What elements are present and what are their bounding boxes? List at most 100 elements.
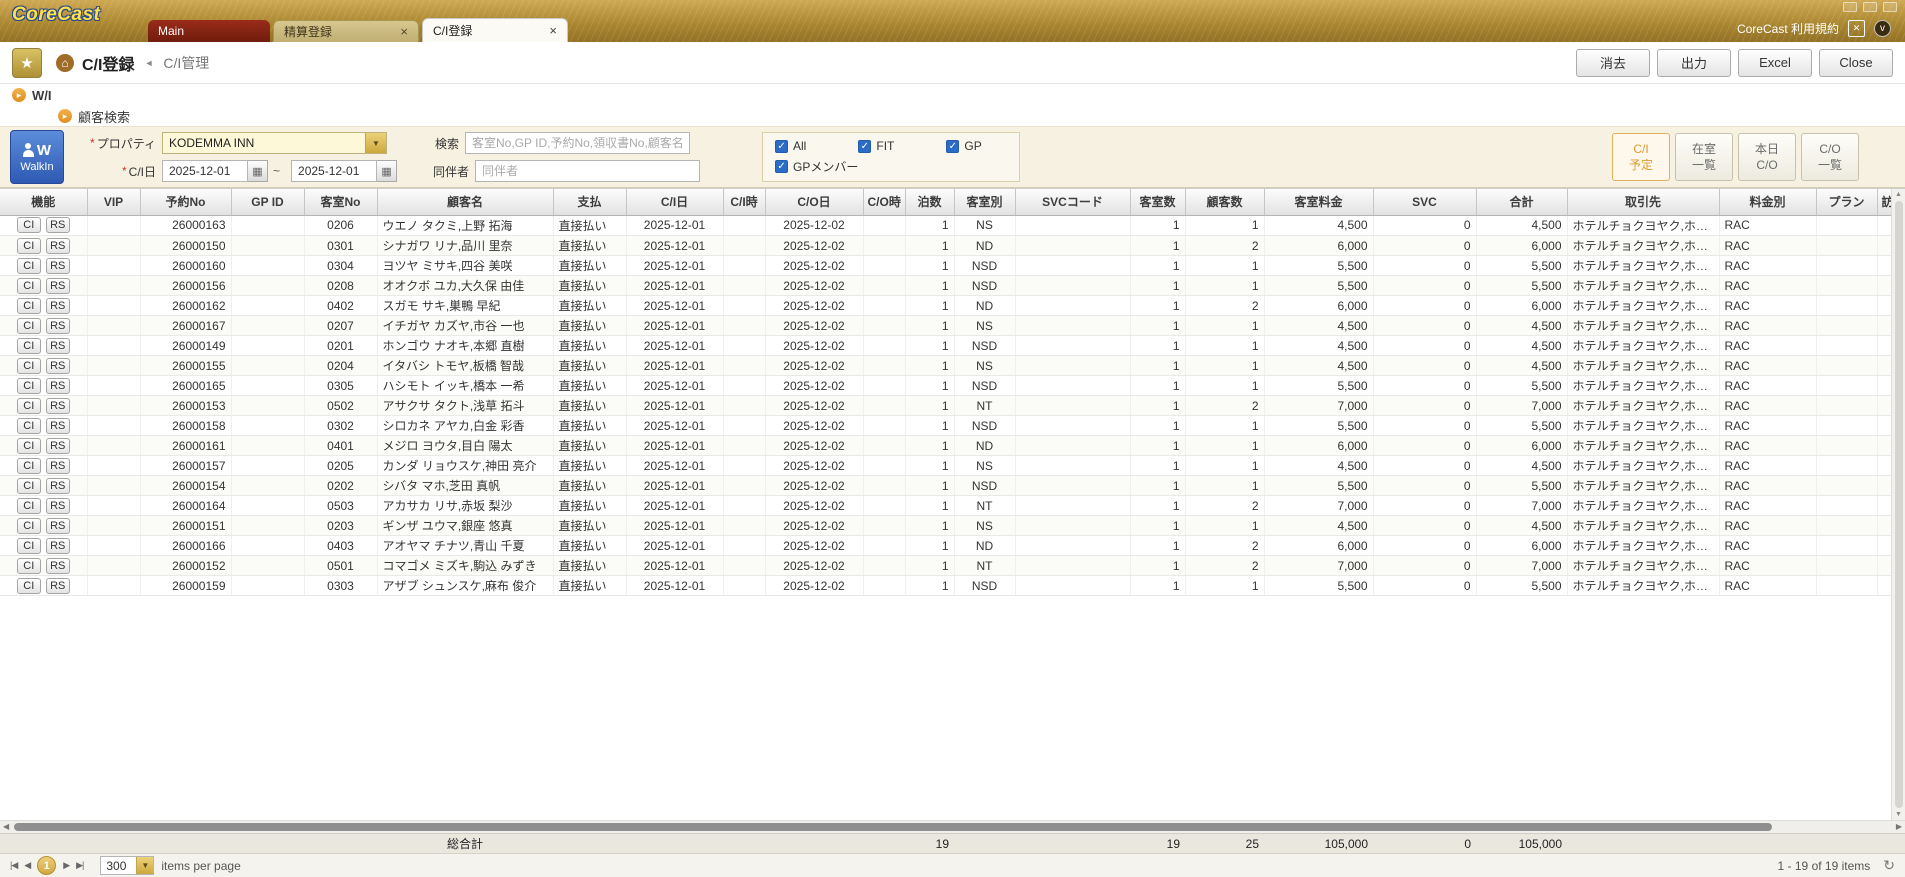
table-row[interactable]: CIRS260001490201ホンゴウ ナオキ,本郷 直樹直接払い2025-1…	[0, 336, 1891, 356]
rs-button[interactable]: RS	[46, 358, 70, 374]
close-window-icon[interactable]	[1883, 2, 1897, 12]
ci-button[interactable]: CI	[17, 338, 41, 354]
scroll-left-icon[interactable]: ◀	[3, 822, 9, 831]
tab-2[interactable]: 精算登録×	[273, 20, 419, 42]
rs-button[interactable]: RS	[46, 238, 70, 254]
keyword-input[interactable]	[465, 132, 690, 154]
rs-button[interactable]: RS	[46, 378, 70, 394]
column-header-nights[interactable]: 泊数	[905, 189, 954, 215]
vertical-scrollbar-thumb[interactable]	[1895, 201, 1903, 808]
checkbox-icon[interactable]: ✓	[946, 140, 959, 153]
ci-button[interactable]: CI	[17, 298, 41, 314]
ci-button[interactable]: CI	[17, 418, 41, 434]
clear-button[interactable]: 消去	[1576, 49, 1650, 77]
chevron-down-icon[interactable]: ▼	[136, 857, 153, 874]
filter-all[interactable]: ✓All	[775, 139, 806, 153]
refresh-icon[interactable]: ↻	[1883, 857, 1895, 874]
popout-icon[interactable]: ✕	[1848, 20, 1865, 37]
output-button[interactable]: 出力	[1657, 49, 1731, 77]
maximize-icon[interactable]	[1863, 2, 1877, 12]
quick-view-today-co[interactable]: 本日C/O	[1738, 133, 1796, 181]
scroll-up-icon[interactable]: ▲	[1895, 191, 1902, 198]
table-row[interactable]: CIRS260001580302シロカネ アヤカ,白金 彩香直接払い2025-1…	[0, 416, 1891, 436]
close-button[interactable]: Close	[1819, 49, 1893, 77]
rs-button[interactable]: RS	[46, 278, 70, 294]
ci-button[interactable]: CI	[17, 258, 41, 274]
ci-button[interactable]: CI	[17, 278, 41, 294]
column-header-room-type[interactable]: 客室別	[954, 189, 1015, 215]
column-header-svc-code[interactable]: SVCコード	[1015, 189, 1130, 215]
version-badge-icon[interactable]: v	[1874, 20, 1891, 37]
ci-button[interactable]: CI	[17, 318, 41, 334]
rs-button[interactable]: RS	[46, 398, 70, 414]
table-row[interactable]: CIRS260001660403アオヤマ チナツ,青山 千夏直接払い2025-1…	[0, 536, 1891, 556]
rs-button[interactable]: RS	[46, 558, 70, 574]
table-row[interactable]: CIRS260001550204イタバシ トモヤ,板橋 智哉直接払い2025-1…	[0, 356, 1891, 376]
next-page-button[interactable]: ▶	[63, 860, 69, 871]
column-header-rate-type[interactable]: 料金別	[1719, 189, 1816, 215]
checkbox-icon[interactable]: ✓	[858, 140, 871, 153]
companion-input[interactable]	[475, 160, 700, 182]
table-row[interactable]: CIRS260001650305ハシモト イッキ,橋本 一希直接払い2025-1…	[0, 376, 1891, 396]
filter-gp-member[interactable]: ✓GPメンバー	[775, 158, 858, 175]
ci-button[interactable]: CI	[17, 398, 41, 414]
ci-button[interactable]: CI	[17, 438, 41, 454]
rs-button[interactable]: RS	[46, 338, 70, 354]
table-row[interactable]: CIRS260001620402スガモ サキ,巣鴨 早紀直接払い2025-12-…	[0, 296, 1891, 316]
scroll-down-icon[interactable]: ▼	[1895, 811, 1902, 818]
column-header-room-charge[interactable]: 客室料金	[1264, 189, 1373, 215]
home-icon[interactable]: ⌂	[56, 54, 74, 72]
calendar-icon[interactable]: ▦	[248, 160, 268, 182]
table-row[interactable]: CIRS260001570205カンダ リョウスケ,神田 亮介直接払い2025-…	[0, 456, 1891, 476]
table-row[interactable]: CIRS260001530502アサクサ タクト,浅草 拓斗直接払い2025-1…	[0, 396, 1891, 416]
ci-button[interactable]: CI	[17, 378, 41, 394]
ci-button[interactable]: CI	[17, 458, 41, 474]
rs-button[interactable]: RS	[46, 418, 70, 434]
property-select[interactable]: KODEMMA INN ▼	[162, 132, 387, 154]
minimize-icon[interactable]	[1843, 2, 1857, 12]
prev-page-button[interactable]: ◀	[24, 860, 30, 871]
table-row[interactable]: CIRS260001600304ヨツヤ ミサキ,四谷 美咲直接払い2025-12…	[0, 256, 1891, 276]
ci-button[interactable]: CI	[17, 358, 41, 374]
column-header-rooms[interactable]: 客室数	[1130, 189, 1185, 215]
tab-close-icon[interactable]: ×	[549, 23, 557, 38]
column-header-payment[interactable]: 支払	[553, 189, 626, 215]
scroll-right-icon[interactable]: ▶	[1896, 822, 1902, 831]
checkbox-icon[interactable]: ✓	[775, 160, 788, 173]
table-row[interactable]: CIRS260001630206ウエノ タクミ,上野 拓海直接払い2025-12…	[0, 216, 1891, 236]
rs-button[interactable]: RS	[46, 258, 70, 274]
column-header-plan[interactable]: プラン	[1816, 189, 1877, 215]
column-header-total[interactable]: 合計	[1476, 189, 1567, 215]
column-header-vip[interactable]: VIP	[87, 189, 140, 215]
ci-button[interactable]: CI	[17, 478, 41, 494]
filter-gp[interactable]: ✓GP	[946, 139, 981, 153]
table-row[interactable]: CIRS260001670207イチガヤ カズヤ,市谷 一也直接払い2025-1…	[0, 316, 1891, 336]
ci-button[interactable]: CI	[17, 498, 41, 514]
rs-button[interactable]: RS	[46, 538, 70, 554]
tab-close-icon[interactable]: ×	[400, 24, 408, 39]
column-header-ci-date[interactable]: C/I日	[626, 189, 723, 215]
tab-3[interactable]: C/I登録×	[422, 18, 568, 42]
current-page-indicator[interactable]: 1	[37, 856, 56, 875]
quick-view-ci-planned[interactable]: C/I予定	[1612, 133, 1670, 181]
rs-button[interactable]: RS	[46, 478, 70, 494]
checkbox-icon[interactable]: ✓	[775, 140, 788, 153]
ci-button[interactable]: CI	[17, 578, 41, 594]
table-row[interactable]: CIRS260001510203ギンザ ユウマ,銀座 悠真直接払い2025-12…	[0, 516, 1891, 536]
column-header-ci-time[interactable]: C/I時	[723, 189, 765, 215]
table-row[interactable]: CIRS260001590303アザブ シュンスケ,麻布 俊介直接払い2025-…	[0, 576, 1891, 596]
ci-button[interactable]: CI	[17, 558, 41, 574]
ci-date-to-input[interactable]	[291, 160, 377, 182]
column-header-client[interactable]: 取引先	[1567, 189, 1719, 215]
column-header-svc[interactable]: SVC	[1373, 189, 1476, 215]
first-page-button[interactable]: |◀	[10, 860, 17, 871]
rs-button[interactable]: RS	[46, 318, 70, 334]
table-row[interactable]: CIRS260001500301シナガワ リナ,品川 里奈直接払い2025-12…	[0, 236, 1891, 256]
quick-view-in-room-list[interactable]: 在室一覧	[1675, 133, 1733, 181]
column-header-room-no[interactable]: 客室No	[304, 189, 377, 215]
table-row[interactable]: CIRS260001640503アカサカ リサ,赤坂 梨沙直接払い2025-12…	[0, 496, 1891, 516]
favorite-button[interactable]: ★	[12, 48, 42, 78]
quick-view-co-list[interactable]: C/O一覧	[1801, 133, 1859, 181]
vertical-scrollbar[interactable]: ▲ ▼	[1891, 189, 1905, 820]
column-header-function[interactable]: 機能	[0, 189, 87, 215]
